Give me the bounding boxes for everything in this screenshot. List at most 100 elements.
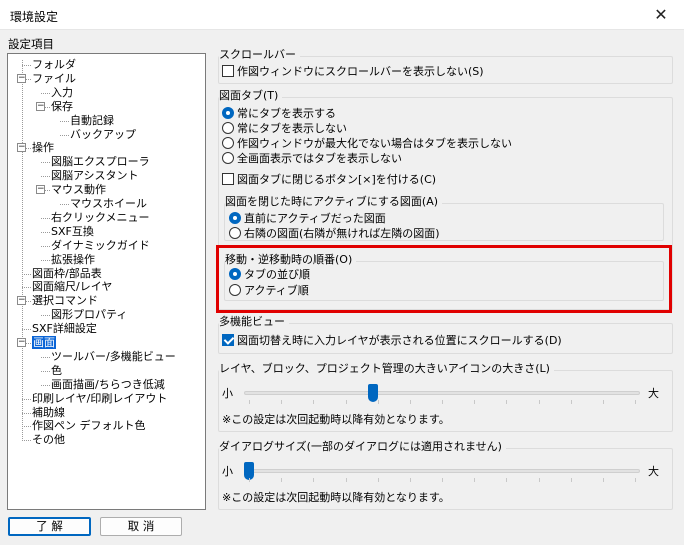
radio-icon bbox=[222, 122, 234, 134]
tree-item-label: 画面描画/ちらつき低減 bbox=[51, 377, 165, 391]
tree-item[interactable]: 画面 bbox=[32, 336, 56, 350]
slider-tick bbox=[474, 478, 476, 482]
tree-item[interactable]: ツールバー/多機能ビュー bbox=[51, 350, 176, 364]
tree-item[interactable]: バックアップ bbox=[70, 128, 136, 142]
tree-item[interactable]: 選択コマンド bbox=[32, 294, 98, 308]
slider-tick bbox=[313, 478, 315, 482]
tree-item[interactable]: その他 bbox=[32, 433, 65, 447]
radio-hide-tab-unless-maximized[interactable]: 作図ウィンドウが最大化でない場合はタブを表示しない bbox=[222, 137, 512, 151]
hide-scrollbar-checkbox[interactable]: 作図ウィンドウにスクロールバーを表示しない(S) bbox=[222, 65, 484, 79]
tree-item-label: 保存 bbox=[51, 99, 73, 113]
icon-size-title: レイヤ、ブロック、プロジェクト管理の大きいアイコンの大きさ(L) bbox=[219, 362, 554, 376]
tree-item-label: フォルダ bbox=[32, 58, 76, 71]
slider-tick bbox=[602, 478, 604, 482]
tree-item[interactable]: 右クリックメニュー bbox=[51, 211, 150, 225]
icon-size-min-label: 小 bbox=[222, 387, 233, 400]
tree-item-label: SXF互換 bbox=[51, 224, 94, 238]
tree-item-label: バックアップ bbox=[70, 127, 136, 141]
tree-item-label: 図脳アシスタント bbox=[51, 169, 139, 183]
tree-item-label: 入力 bbox=[51, 85, 73, 99]
tree-item[interactable]: 拡張操作 bbox=[51, 253, 95, 267]
scroll-on-switch-checkbox[interactable]: 図面切替え時に入力レイヤが表示される位置にスクロールする(D) bbox=[222, 334, 562, 348]
tree-item[interactable]: ダイナミックガイド bbox=[51, 239, 150, 253]
slider-tick bbox=[635, 478, 636, 482]
radio-right-neighbor[interactable]: 右隣の図面(右隣が無ければ左隣の図面) bbox=[229, 227, 440, 241]
tree-item[interactable]: 操作 bbox=[32, 141, 54, 155]
tree-item[interactable]: 図脳アシスタント bbox=[51, 169, 139, 183]
dialog-size-slider-track[interactable] bbox=[244, 469, 640, 473]
tree-item[interactable]: 印刷レイヤ/印刷レイアウト bbox=[32, 392, 167, 406]
tree-connector bbox=[22, 329, 31, 331]
tree-item[interactable]: 入力 bbox=[51, 86, 73, 100]
cancel-button[interactable]: 取 消 bbox=[100, 517, 182, 536]
radio-always-show-tab[interactable]: 常にタブを表示する bbox=[222, 107, 336, 121]
tree-item-label: SXF詳細設定 bbox=[32, 322, 97, 336]
tree-connector bbox=[41, 384, 50, 386]
dialog-size-note: ※この設定は次回起動時以降有効となります。 bbox=[222, 491, 450, 504]
icon-size-slider-thumb[interactable] bbox=[367, 384, 378, 402]
radio-previous-active[interactable]: 直前にアクティブだった図面 bbox=[229, 212, 386, 226]
dialog-size-title: ダイアログサイズ(一部のダイアログには適用されません) bbox=[219, 440, 506, 454]
tree-item-label: 画面 bbox=[32, 336, 56, 349]
collapse-icon[interactable]: − bbox=[36, 185, 45, 195]
radio-icon bbox=[222, 137, 234, 149]
tree-item[interactable]: 図面枠/部品表 bbox=[32, 267, 102, 281]
radio-active-order[interactable]: アクティブ順 bbox=[229, 284, 309, 298]
slider-tick bbox=[474, 400, 476, 404]
icon-size-slider-track[interactable] bbox=[244, 391, 640, 395]
tree-connector bbox=[41, 176, 50, 178]
collapse-icon[interactable]: − bbox=[17, 338, 26, 347]
multi-view-title: 多機能ビュー bbox=[219, 315, 289, 329]
tree-item[interactable]: フォルダ bbox=[32, 58, 76, 72]
slider-tick bbox=[506, 400, 508, 404]
tree-item[interactable]: ファイル bbox=[32, 72, 76, 86]
close-icon[interactable]: ✕ bbox=[638, 0, 684, 30]
tree-item[interactable]: 図形プロパティ bbox=[51, 308, 127, 322]
tree-item[interactable]: 保存 bbox=[51, 100, 73, 114]
radio-icon bbox=[222, 107, 234, 119]
tab-close-button-checkbox[interactable]: 図面タブに閉じるボタン[×]を付ける(C) bbox=[222, 173, 436, 187]
tree-connector bbox=[22, 412, 31, 414]
radio-icon bbox=[229, 227, 241, 239]
title-bar: 環境設定 ✕ bbox=[0, 0, 684, 30]
settings-tree[interactable]: フォルダ ファイル − 入力 保存 − 自動記録 バックアップ 操作 − 図脳エクスプローラ 図脳アシ… bbox=[7, 53, 206, 510]
tree-item-label: マウスホイール bbox=[70, 197, 147, 210]
collapse-icon[interactable]: − bbox=[17, 296, 26, 306]
tree-item[interactable]: 色 bbox=[51, 364, 62, 378]
radio-hide-tab-fullscreen[interactable]: 全画面表示ではタブを表示しない bbox=[222, 152, 402, 166]
ok-button[interactable]: 了 解 bbox=[8, 517, 91, 536]
collapse-icon[interactable]: − bbox=[36, 101, 45, 111]
tree-item[interactable]: SXF詳細設定 bbox=[32, 322, 97, 336]
tree-item[interactable]: マウスホイール bbox=[70, 197, 147, 211]
tree-item[interactable]: 作図ペン デフォルト色 bbox=[32, 419, 146, 433]
dialog-size-min-label: 小 bbox=[222, 465, 233, 478]
collapse-icon[interactable]: − bbox=[17, 73, 26, 83]
radio-tab-order[interactable]: タブの並び順 bbox=[229, 268, 310, 282]
slider-tick bbox=[377, 400, 379, 404]
slider-tick bbox=[635, 400, 636, 404]
tree-connector bbox=[22, 273, 31, 275]
slider-tick bbox=[249, 400, 250, 404]
tree-item[interactable]: 図面縮尺/レイヤ bbox=[32, 280, 112, 294]
checkbox-icon bbox=[222, 334, 234, 346]
tree-item[interactable]: マウス動作 bbox=[51, 183, 106, 197]
tree-connector bbox=[22, 440, 31, 442]
tree-connector bbox=[41, 370, 50, 372]
tree-item-label: 選択コマンド bbox=[32, 294, 98, 308]
tree-item-label: ファイル bbox=[32, 71, 76, 85]
tree-item[interactable]: 図脳エクスプローラ bbox=[51, 155, 150, 169]
tree-connector bbox=[60, 120, 69, 122]
tree-item[interactable]: 画面描画/ちらつき低減 bbox=[51, 378, 165, 392]
tree-connector bbox=[22, 398, 31, 400]
tree-item[interactable]: SXF互換 bbox=[51, 225, 94, 239]
tree-connector bbox=[22, 287, 31, 289]
tree-connector bbox=[41, 315, 50, 317]
tree-item[interactable]: 自動記録 bbox=[70, 114, 114, 128]
collapse-icon[interactable]: − bbox=[17, 143, 26, 153]
active-on-close-title: 図面を閉じた時にアクティブにする図面(A) bbox=[225, 195, 443, 209]
radio-never-show-tab[interactable]: 常にタブを表示しない bbox=[222, 122, 347, 136]
tree-connector bbox=[41, 217, 50, 219]
slider-tick bbox=[538, 400, 540, 404]
tree-item[interactable]: 補助線 bbox=[32, 406, 65, 420]
tree-connector bbox=[41, 231, 50, 233]
